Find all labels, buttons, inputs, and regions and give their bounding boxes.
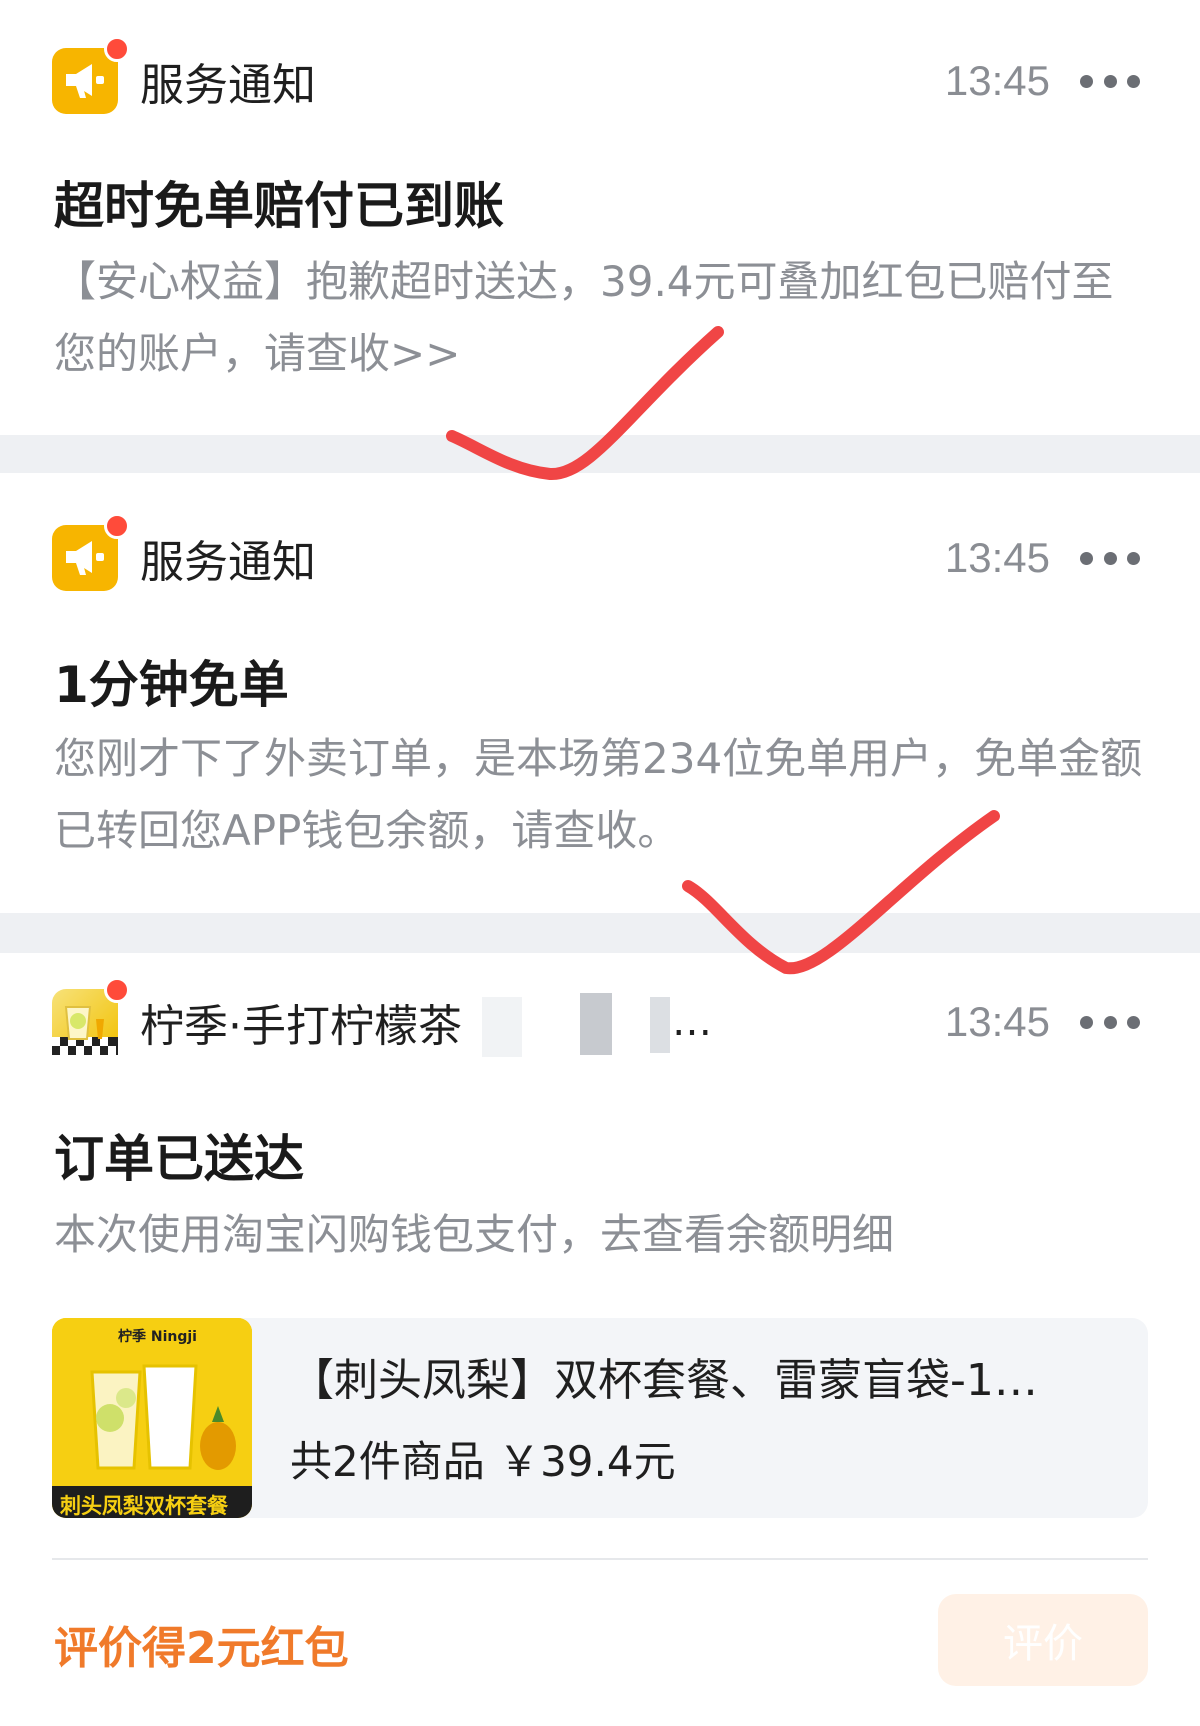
card-separator — [0, 435, 1200, 473]
sender-overflow: … — [672, 999, 712, 1045]
redacted-text — [580, 993, 612, 1055]
order-product-card[interactable]: 柠季 Ningji 刺头凤梨双杯套餐 【刺头凤梨】双杯套餐、雷蒙盲袋-1… 共2… — [52, 1318, 1148, 1518]
notification-body[interactable]: 本次使用淘宝闪购钱包支付，去查看余额明细 — [54, 1199, 1154, 1271]
megaphone-icon — [52, 513, 130, 591]
notification-card-1[interactable]: 服务通知 13:45 超时免单赔付已到账 【安心权益】抱歉超时送达，39.4元可… — [0, 0, 1200, 435]
timestamp: 13:45 — [944, 534, 1050, 581]
product-image-brand: 柠季 Ningji — [118, 1329, 197, 1345]
sender-name: 服务通知 — [140, 537, 316, 588]
notification-title: 超时免单赔付已到账 — [54, 177, 504, 235]
product-summary: 共2件商品 ￥39.4元 — [290, 1437, 676, 1486]
card-header: 服务通知 13:45 — [52, 36, 1140, 116]
product-image: 柠季 Ningji 刺头凤梨双杯套餐 — [52, 1318, 252, 1518]
review-button[interactable]: 评价 — [938, 1594, 1148, 1686]
notification-title: 订单已送达 — [54, 1130, 304, 1188]
timestamp: 13:45 — [944, 57, 1050, 104]
more-options-icon[interactable] — [1080, 1012, 1140, 1032]
notification-title: 1分钟免单 — [54, 656, 289, 714]
more-options-icon[interactable] — [1080, 548, 1140, 568]
shop-logo — [52, 977, 130, 1055]
notification-body[interactable]: 【安心权益】抱歉超时送达，39.4元可叠加红包已赔付至您的账户，请查收>> — [54, 246, 1154, 390]
card-separator — [0, 913, 1200, 953]
megaphone-icon — [52, 36, 130, 114]
product-name: 【刺头凤梨】双杯套餐、雷蒙盲袋-1… — [290, 1355, 1038, 1406]
notification-body[interactable]: 您刚才下了外卖订单，是本场第234位免单用户，免单金额已转回您APP钱包余额，请… — [54, 723, 1154, 867]
product-image-caption: 刺头凤梨双杯套餐 — [60, 1494, 228, 1518]
more-options-icon[interactable] — [1080, 71, 1140, 91]
unread-badge — [104, 513, 130, 539]
redacted-text — [482, 997, 522, 1057]
sender-name: 柠季·手打柠檬茶 — [140, 1001, 462, 1052]
divider — [52, 1558, 1148, 1560]
unread-badge — [104, 36, 130, 62]
timestamp: 13:45 — [944, 998, 1050, 1045]
notification-card-2[interactable]: 服务通知 13:45 1分钟免单 您刚才下了外卖订单，是本场第234位免单用户，… — [0, 473, 1200, 913]
card-header: 柠季·手打柠檬茶 … 13:45 — [52, 977, 1140, 1057]
review-promo-text[interactable]: 评价得2元红包 — [54, 1612, 349, 1676]
unread-badge — [104, 977, 130, 1003]
redacted-text — [650, 997, 670, 1053]
card-header: 服务通知 13:45 — [52, 513, 1140, 593]
sender-name: 服务通知 — [140, 60, 316, 111]
